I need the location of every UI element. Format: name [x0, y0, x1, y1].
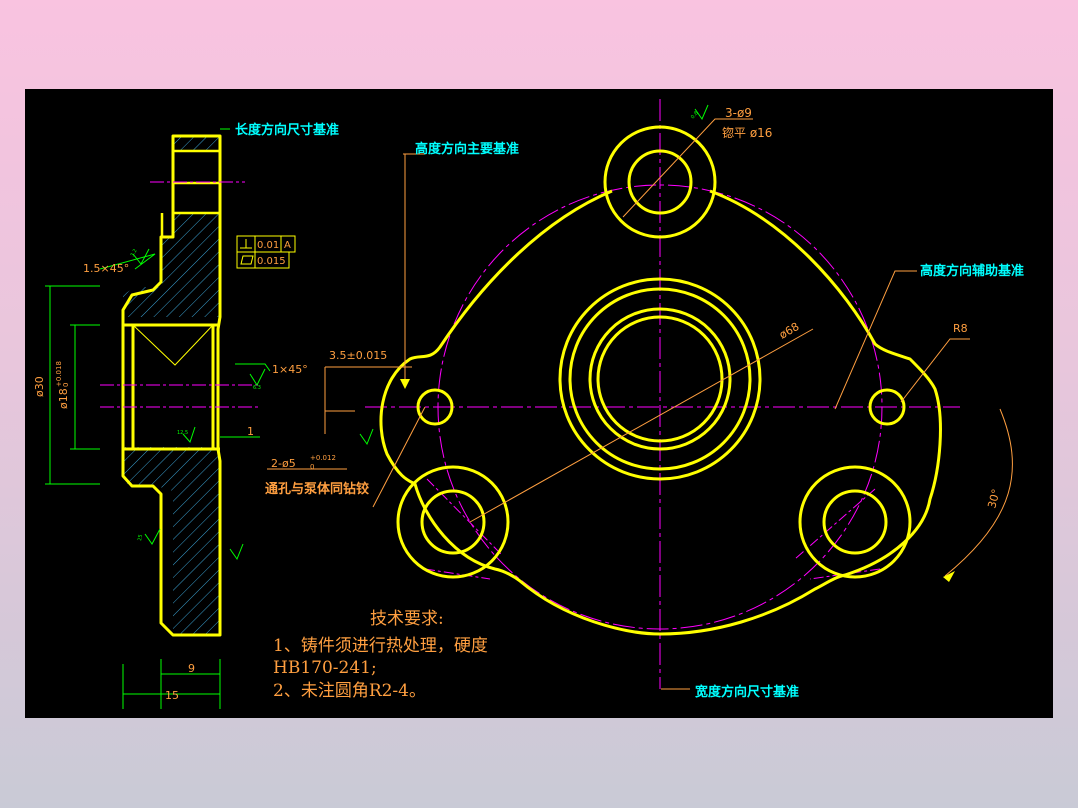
dim-angle-30: 30°	[985, 488, 1003, 510]
rough-a: 3.2	[130, 248, 139, 258]
dim-chamfer-2: 1×45°	[272, 363, 308, 376]
front-left-boss	[396, 465, 510, 579]
cad-drawing-frame: 长度方向尺寸基准 高度方向主要基准 高度方向辅助基准 宽度方向尺寸基准 3-ø9…	[25, 89, 1053, 718]
dim-15: 15	[165, 689, 179, 702]
dim-dia-30: ø30	[33, 376, 46, 397]
rough-c: 12.5	[177, 430, 188, 436]
dim-counterbore: 锪平 ø16	[722, 125, 772, 140]
section-bore	[123, 323, 220, 451]
dim-pin-holes: 2-ø5	[271, 457, 296, 470]
gdt-perp-value: 0.01	[257, 240, 279, 251]
dim-dia-18-tol-lower: 0	[62, 383, 70, 387]
dim-1: 1	[247, 425, 254, 438]
front-body-outline	[379, 189, 942, 636]
dim-chamfer-1: 1.5×45°	[83, 262, 129, 275]
dim-pin-tol-lower: 0	[310, 463, 314, 471]
label-height-main-datum: 高度方向主要基准	[415, 141, 519, 157]
rough-b: 6.3	[253, 385, 261, 391]
front-right-hole	[822, 489, 888, 555]
label-width-datum: 宽度方向尺寸基准	[694, 684, 799, 700]
label-height-aux-datum: 高度方向辅助基准	[920, 263, 1024, 279]
front-bolt-centerlines	[424, 478, 881, 580]
tech-req-line2: HB170-241;	[273, 658, 377, 678]
section-drill-lines	[132, 324, 214, 366]
gdt-flat-value: 0.015	[257, 256, 286, 267]
label-length-datum: 长度方向尺寸基准	[235, 122, 339, 138]
front-right-boss	[798, 465, 912, 579]
dim-pin-tol-upper: +0.012	[310, 454, 336, 462]
dim-9: 9	[188, 662, 195, 675]
tech-req-line3: 2、未注圆角R2-4。	[273, 681, 426, 701]
drawing-canvas: 长度方向尺寸基准 高度方向主要基准 高度方向辅助基准 宽度方向尺寸基准 3-ø9…	[33, 99, 1024, 709]
dim-radius-8: R8	[953, 322, 968, 335]
dim-dia-68: ø68	[777, 320, 801, 342]
front-view	[267, 99, 1013, 690]
rough-d: 25	[137, 534, 144, 541]
dim-holes-3x: 3-ø9	[725, 106, 752, 120]
front-arrowheads	[400, 379, 955, 582]
dim-dia-18: ø18	[57, 388, 70, 409]
dim-pin-note: 通孔与泵体同钻铰	[265, 481, 369, 497]
rough-e: 0.8	[690, 110, 700, 120]
section-dimensions	[45, 128, 271, 709]
tech-req-title: 技术要求:	[370, 609, 444, 629]
dim-pos-3-5: 3.5±0.015	[329, 349, 387, 362]
section-hatch-upper	[173, 136, 220, 151]
tech-req-line1: 1、铸件须进行热处理，硬度	[273, 636, 488, 656]
gdt-perp-datum: A	[284, 240, 291, 251]
